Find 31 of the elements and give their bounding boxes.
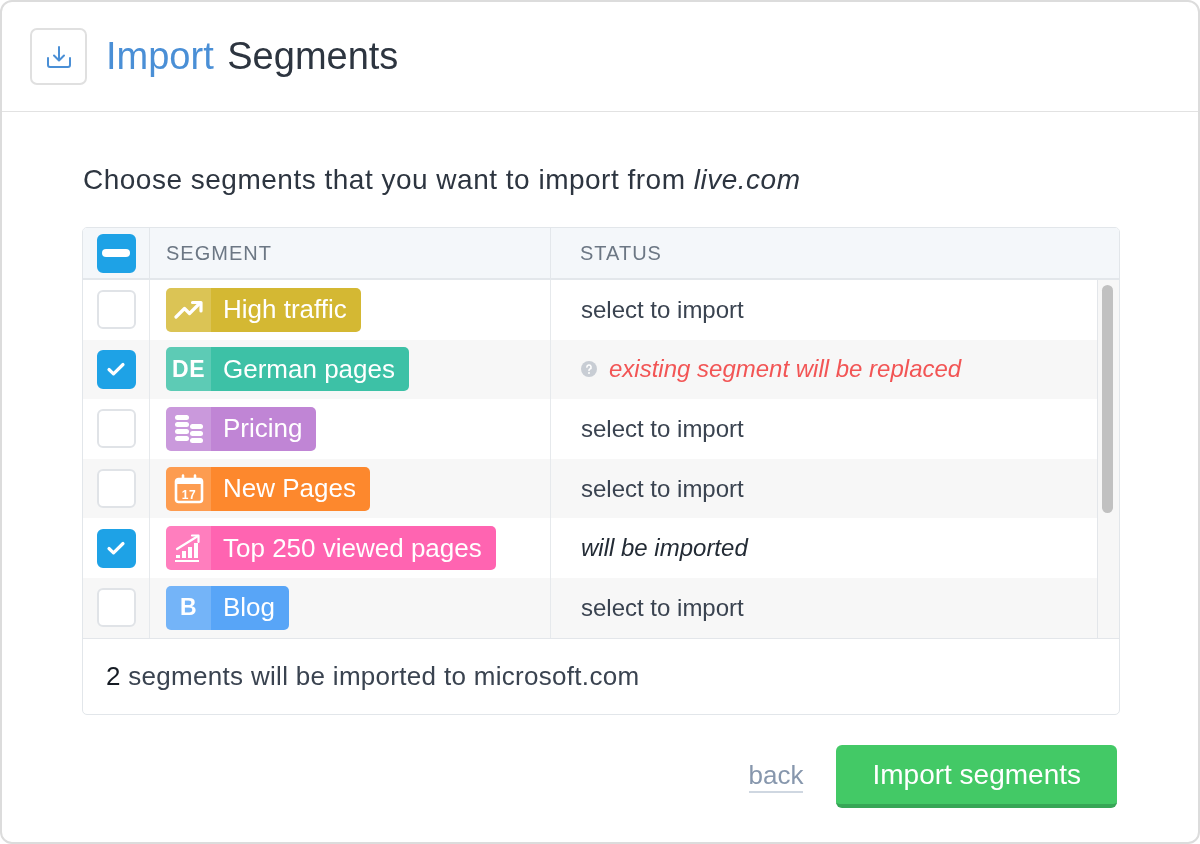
minus-icon — [102, 249, 130, 257]
help-icon — [581, 361, 597, 378]
column-header: STATUS — [580, 241, 662, 265]
scrollbar-thumb[interactable] — [1102, 285, 1113, 513]
segment-name: New Pages — [222, 472, 357, 506]
segment-name: High traffic — [222, 293, 348, 327]
checkbox[interactable] — [96, 528, 136, 568]
back-link[interactable]: back — [748, 760, 804, 793]
column-header: SEGMENT — [166, 241, 272, 265]
download-icon — [30, 28, 87, 85]
segment-name: Blog — [222, 591, 277, 625]
segment-initials: B — [166, 585, 211, 630]
segment-name: Top 250 viewed pages — [222, 531, 483, 565]
instruction-text: Choose segments that you want to import from live.com — [83, 164, 801, 196]
checkbox[interactable] — [96, 233, 136, 273]
status-text: select to import — [581, 295, 744, 324]
status-text: select to import — [581, 474, 744, 503]
dialog-title: Import Segments — [106, 35, 399, 78]
trend-up-icon — [166, 287, 211, 332]
import-segments-button[interactable]: Import segments — [836, 745, 1117, 808]
checkbox[interactable] — [96, 349, 136, 389]
status-text: select to import — [581, 593, 744, 622]
calendar-icon: 17 — [166, 466, 211, 511]
segment-name: German pages — [222, 352, 396, 386]
import-summary: 2 segments will be imported to microsoft.com — [106, 661, 640, 692]
status-text: select to import — [581, 415, 744, 443]
segment-name: Pricing — [222, 412, 304, 446]
status-text: existing segment will be replaced — [609, 355, 962, 384]
segment-initials: DE — [166, 347, 211, 392]
coin-stack-icon — [166, 407, 211, 451]
status-text: will be imported — [581, 534, 748, 563]
